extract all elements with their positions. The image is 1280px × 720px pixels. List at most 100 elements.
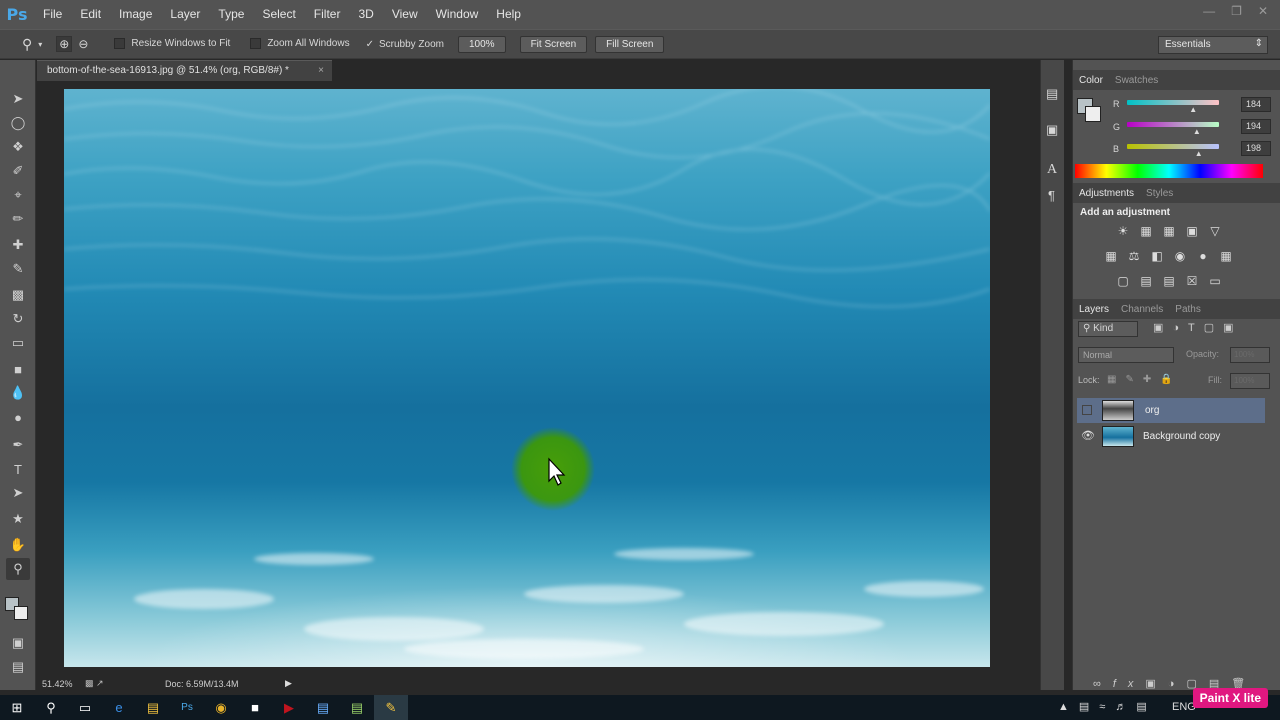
r-slider-track[interactable] xyxy=(1127,100,1219,105)
notepad-app-icon[interactable]: ▤ xyxy=(340,695,374,720)
close-tab-icon[interactable]: × xyxy=(318,61,324,81)
photoshop-taskbar-icon[interactable]: Ps xyxy=(170,695,204,720)
healing-brush-tool-icon[interactable]: ✚ xyxy=(6,234,30,256)
history-brush-tool-icon[interactable]: ↻ xyxy=(6,308,30,330)
file-explorer-icon[interactable]: ▤ xyxy=(136,695,170,720)
g-value[interactable]: 194 xyxy=(1241,119,1271,134)
layer-row-background-copy[interactable]: 👁 Background copy xyxy=(1077,424,1265,449)
photo-filter-icon[interactable]: ◉ xyxy=(1172,249,1188,263)
eraser-tool-icon[interactable]: ▭ xyxy=(6,332,30,354)
move-tool-icon[interactable]: ➤ xyxy=(6,88,30,110)
tool-preset-dropdown-icon[interactable]: ▾ xyxy=(38,40,42,49)
brush-tool-icon[interactable]: ✎ xyxy=(6,258,30,280)
history-panel-icon[interactable]: ▤ xyxy=(1046,86,1058,102)
tab-swatches[interactable]: Swatches xyxy=(1109,75,1164,86)
dodge-tool-icon[interactable]: ● xyxy=(6,406,30,428)
invert-icon[interactable]: ▢ xyxy=(1115,274,1131,288)
color-spectrum[interactable] xyxy=(1075,164,1263,178)
zoom-readout[interactable]: 51.42% xyxy=(42,679,73,689)
gradient-tool-icon[interactable]: ■ xyxy=(6,358,30,380)
tab-styles[interactable]: Styles xyxy=(1140,188,1179,199)
zoom-100-button[interactable]: 100% xyxy=(458,35,506,53)
layer-filter-select[interactable]: ⚲ Kind xyxy=(1078,321,1138,337)
lasso-tool-icon[interactable]: ❖ xyxy=(6,136,30,158)
b-slider-track[interactable] xyxy=(1127,144,1219,149)
hand-tool-icon[interactable]: ✋ xyxy=(6,534,30,556)
resize-windows-option[interactable]: Resize Windows to Fit xyxy=(114,38,230,50)
crop-tool-icon[interactable]: ⌖ xyxy=(6,184,30,206)
zoom-in-icon[interactable]: ⊕ xyxy=(56,36,73,52)
path-select-tool-icon[interactable]: ➤ xyxy=(6,482,30,504)
menu-3d[interactable]: 3D xyxy=(349,0,382,29)
search-icon[interactable]: ⚲ xyxy=(34,695,68,720)
workspace-select[interactable]: Essentials ⇕ xyxy=(1158,36,1268,54)
tab-adjustments[interactable]: Adjustments xyxy=(1073,188,1140,199)
media-app-icon[interactable]: ▶ xyxy=(272,695,306,720)
fill-screen-button[interactable]: Fill Screen xyxy=(595,35,665,53)
r-slider-thumb[interactable]: ▲ xyxy=(1189,105,1197,114)
quick-mask-icon[interactable]: ▣ xyxy=(6,632,30,654)
character-panel-icon[interactable]: A xyxy=(1047,162,1057,178)
fit-screen-button[interactable]: Fit Screen xyxy=(519,35,588,53)
tab-channels[interactable]: Channels xyxy=(1115,304,1169,315)
menu-view[interactable]: View xyxy=(383,0,427,29)
color-balance-icon[interactable]: ⚖ xyxy=(1126,249,1142,263)
blur-tool-icon[interactable]: 💧 xyxy=(6,382,30,404)
lock-icons[interactable]: ▦✎✚🔒 xyxy=(1107,374,1182,385)
menu-window[interactable]: Window xyxy=(427,0,488,29)
restore-icon[interactable]: ❐ xyxy=(1231,4,1242,18)
quick-select-tool-icon[interactable]: ✐ xyxy=(6,160,30,182)
levels-icon[interactable]: ▦ xyxy=(1138,224,1154,238)
tab-color[interactable]: Color xyxy=(1073,75,1109,86)
task-view-icon[interactable]: ▭ xyxy=(68,695,102,720)
export-icon[interactable]: ▩ ↗ xyxy=(85,678,104,689)
brightness-icon[interactable]: ☀ xyxy=(1115,224,1131,238)
paint-app-icon[interactable]: ✎ xyxy=(374,695,408,720)
system-tray-icons[interactable]: ▲▤≈♬▤ xyxy=(1058,700,1157,713)
scrubby-zoom-option[interactable]: ✓ Scrubby Zoom xyxy=(366,39,444,50)
zoom-all-checkbox[interactable] xyxy=(250,38,262,50)
fill-input[interactable]: 100% xyxy=(1230,373,1270,389)
menu-image[interactable]: Image xyxy=(110,0,161,29)
hue-saturation-icon[interactable]: ▦ xyxy=(1103,249,1119,263)
menu-layer[interactable]: Layer xyxy=(161,0,209,29)
b-value[interactable]: 198 xyxy=(1241,141,1271,156)
g-slider-thumb[interactable]: ▲ xyxy=(1193,127,1201,136)
minimize-icon[interactable]: — xyxy=(1203,4,1215,18)
layer-name-background-copy[interactable]: Background copy xyxy=(1143,431,1220,442)
marquee-tool-icon[interactable]: ◯ xyxy=(6,112,30,134)
gradient-map-icon[interactable]: ▭ xyxy=(1207,274,1223,288)
black-white-icon[interactable]: ◧ xyxy=(1149,249,1165,263)
eye-icon[interactable]: 👁 xyxy=(1081,429,1095,442)
posterize-icon[interactable]: ▤ xyxy=(1138,274,1154,288)
paragraph-panel-icon[interactable]: ¶ xyxy=(1048,188,1055,203)
edge-browser-icon[interactable]: e xyxy=(102,695,136,720)
background-color-swatch[interactable] xyxy=(14,606,28,620)
close-icon[interactable]: ✕ xyxy=(1258,4,1268,18)
type-tool-icon[interactable]: T xyxy=(6,458,30,480)
status-menu-arrow-icon[interactable]: ▶ xyxy=(285,678,292,689)
layer-filter-icons[interactable]: ▣◑T▢▣ xyxy=(1153,321,1243,334)
checkmark-icon[interactable]: ✓ xyxy=(366,39,374,50)
vibrance-icon[interactable]: ▽ xyxy=(1207,224,1223,238)
resize-windows-checkbox[interactable] xyxy=(114,38,126,50)
properties-panel-icon[interactable]: ▣ xyxy=(1046,122,1058,138)
menu-select[interactable]: Select xyxy=(253,0,304,29)
document-tab[interactable]: bottom-of-the-sea-16913.jpg @ 51.4% (org… xyxy=(37,60,332,81)
menu-edit[interactable]: Edit xyxy=(71,0,110,29)
screen-mode-icon[interactable]: ▤ xyxy=(6,656,30,678)
exposure-icon[interactable]: ▣ xyxy=(1184,224,1200,238)
opacity-input[interactable]: 100% xyxy=(1230,347,1270,363)
r-value[interactable]: 184 xyxy=(1241,97,1271,112)
image-canvas[interactable] xyxy=(64,89,990,667)
channel-mixer-icon[interactable]: ● xyxy=(1195,249,1211,263)
chrome-icon[interactable]: ◉ xyxy=(204,695,238,720)
g-slider-track[interactable] xyxy=(1127,122,1219,127)
threshold-icon[interactable]: ▤ xyxy=(1161,274,1177,288)
app-icon[interactable]: ■ xyxy=(238,695,272,720)
menu-file[interactable]: File xyxy=(34,0,71,29)
eyedropper-tool-icon[interactable]: ✏ xyxy=(6,208,30,230)
selective-color-icon[interactable]: ☒ xyxy=(1184,274,1200,288)
pen-tool-icon[interactable]: ✒ xyxy=(6,434,30,456)
color-lookup-icon[interactable]: ▦ xyxy=(1218,249,1234,263)
